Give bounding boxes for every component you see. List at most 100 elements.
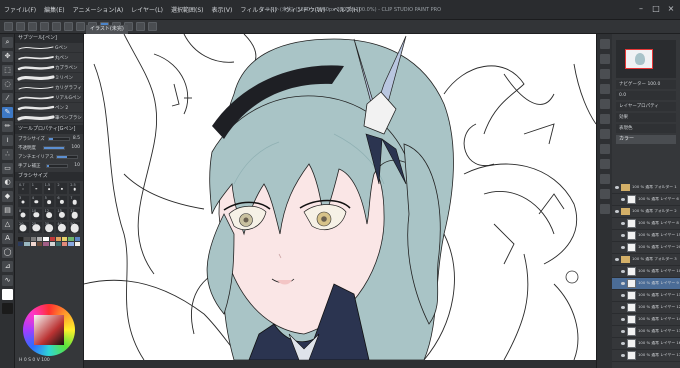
delete-layer-icon[interactable] [600, 204, 610, 214]
open-icon[interactable] [16, 22, 25, 31]
property-slider[interactable] [55, 154, 78, 159]
visibility-eye-icon[interactable] [621, 354, 625, 357]
balloon-tool-icon[interactable]: ◯ [2, 247, 13, 258]
brush-size-preset[interactable]: 7 [69, 196, 80, 207]
new-layer-icon[interactable] [600, 129, 610, 139]
color-swatch[interactable] [74, 242, 80, 246]
ruler-tool-icon[interactable]: ⊿ [2, 261, 13, 272]
clip-icon[interactable] [600, 159, 610, 169]
menu-animation[interactable]: アニメーション(A) [69, 5, 128, 14]
figure-tool-icon[interactable]: △ [2, 219, 13, 230]
undo-icon[interactable] [40, 22, 49, 31]
blend-tool-icon[interactable]: ◐ [2, 177, 13, 188]
layer-row[interactable]: 100 % 通常 レイヤー 10 [612, 266, 680, 278]
layer-row[interactable]: 100 % 通常 レイヤー 8 [612, 218, 680, 230]
zoom-tool-icon[interactable]: ⌕ [2, 37, 13, 48]
brush-size-preset[interactable]: 4 [30, 196, 42, 207]
brush-size-preset[interactable]: 15 [56, 209, 68, 220]
layer-row[interactable]: 100 % 通常 レイヤー 13 [612, 326, 680, 338]
brush-item[interactable]: 丸ペン [15, 53, 83, 63]
save-icon[interactable] [28, 22, 37, 31]
subtool-tab[interactable]: サブツール[ペン] [15, 34, 83, 43]
tool-property-row[interactable]: 手ブレ補正 10 [15, 161, 83, 170]
color-swatch[interactable] [55, 237, 62, 241]
deselect-icon[interactable] [136, 22, 145, 31]
navigator-zoom[interactable]: ナビゲーター 100.0 [616, 80, 676, 89]
brush-item[interactable]: ペン 2 [15, 103, 83, 113]
brush-size-preset[interactable]: 3 [18, 196, 29, 207]
layer-row[interactable]: 100 % 通常 レイヤー 17 [612, 350, 680, 362]
sub-color-icon[interactable] [2, 303, 13, 314]
layer-folder[interactable]: 100 % 通常 フォルダー 1 [612, 182, 680, 194]
visibility-eye-icon[interactable] [621, 330, 625, 333]
layer-row[interactable]: 100 % 通常 レイヤー 14 [612, 314, 680, 326]
brush-size-preset[interactable]: 6 [56, 196, 68, 207]
color-swatch[interactable] [62, 237, 68, 241]
redo-icon[interactable] [52, 22, 61, 31]
canvas-tab[interactable]: イラスト(未完) [86, 25, 128, 34]
layer-row[interactable]: 100 % 通常 レイヤー 9 [612, 278, 680, 290]
layer-row[interactable]: 100 % 通常 レイヤー 16 [612, 338, 680, 350]
color-swatch[interactable] [49, 242, 55, 246]
layer-row[interactable]: 100 % 通常 レイヤー 15 [612, 230, 680, 242]
history-icon[interactable] [600, 84, 610, 94]
visibility-eye-icon[interactable] [621, 246, 625, 249]
lasso-tool-icon[interactable]: ◌ [2, 79, 13, 90]
color-swatch[interactable] [24, 237, 30, 241]
move-tool-icon[interactable]: ✥ [2, 51, 13, 62]
brush-size-preset[interactable]: 2.5 [69, 183, 80, 194]
close-icon[interactable]: × [666, 4, 676, 14]
brush-item[interactable]: リアルGペン [15, 93, 83, 103]
main-color-icon[interactable] [2, 289, 13, 300]
color-swatch[interactable] [62, 242, 68, 246]
property-slider[interactable] [46, 163, 69, 168]
visibility-eye-icon[interactable] [621, 306, 625, 309]
layer-row[interactable]: 100 % 通常 レイヤー 6 [612, 194, 680, 206]
property-slider[interactable] [42, 145, 65, 150]
visibility-eye-icon[interactable] [621, 270, 625, 273]
tool-property-row[interactable]: 不透明度 100 [15, 143, 83, 152]
layer-property-tab[interactable]: レイヤープロパティ [616, 102, 676, 111]
color-swatch[interactable] [43, 242, 49, 246]
brush-size-preset[interactable]: 0.7 [18, 183, 29, 194]
layer-row[interactable]: 100 % 通常 レイヤー 11 [612, 290, 680, 302]
layer-search-icon[interactable] [600, 114, 610, 124]
menu-edit[interactable]: 編集(E) [40, 5, 68, 14]
fill-tool-icon[interactable]: ◆ [2, 191, 13, 202]
brush-size-preset[interactable]: 17 [69, 209, 80, 220]
menu-view[interactable]: 表示(V) [208, 5, 237, 14]
fill-icon[interactable] [76, 22, 85, 31]
brush-item[interactable]: カリグラフィ [15, 83, 83, 93]
color-swatch[interactable] [68, 237, 74, 241]
visibility-eye-icon[interactable] [621, 318, 625, 321]
new-folder-icon[interactable] [600, 144, 610, 154]
brush-size-preset[interactable]: 2 [56, 183, 68, 194]
brush-size-preset[interactable]: 5 [43, 196, 55, 207]
brush-size-preset[interactable]: 1.5 [43, 183, 55, 194]
visibility-eye-icon[interactable] [621, 294, 625, 297]
lock-icon[interactable] [600, 174, 610, 184]
mask-icon[interactable] [600, 189, 610, 199]
visibility-eye-icon[interactable] [621, 222, 625, 225]
new-file-icon[interactable] [4, 22, 13, 31]
maximize-icon[interactable]: □ [651, 4, 661, 14]
layer-row[interactable]: 100 % 通常 レイヤー 20 [612, 242, 680, 254]
layer-row[interactable]: 100 % 通常 レイヤー 12 [612, 302, 680, 314]
color-swatch[interactable] [36, 242, 43, 246]
brush-item[interactable]: カブラペン [15, 63, 83, 73]
brush-item[interactable]: ミリペン [15, 73, 83, 83]
visibility-eye-icon[interactable] [615, 258, 619, 261]
tool-property-tab[interactable]: ツールプロパティ[Gペン] [15, 125, 83, 134]
brush-size-preset[interactable]: 50 [69, 222, 80, 233]
brush-size-preset[interactable]: 8 [18, 209, 29, 220]
subview-icon[interactable] [600, 54, 610, 64]
brush-size-preset[interactable]: 40 [56, 222, 68, 233]
color-swatch[interactable] [68, 242, 74, 246]
brush-size-preset[interactable]: 10 [30, 209, 42, 220]
pen-tool-icon[interactable]: ✎ [2, 107, 13, 118]
brush-size-tab[interactable]: ブラシサイズ [15, 172, 83, 181]
select-tool-icon[interactable]: ⬚ [2, 65, 13, 76]
brush-size-preset[interactable]: 20 [18, 222, 29, 233]
visibility-eye-icon[interactable] [621, 282, 625, 285]
brush-size-preset[interactable]: 25 [30, 222, 42, 233]
